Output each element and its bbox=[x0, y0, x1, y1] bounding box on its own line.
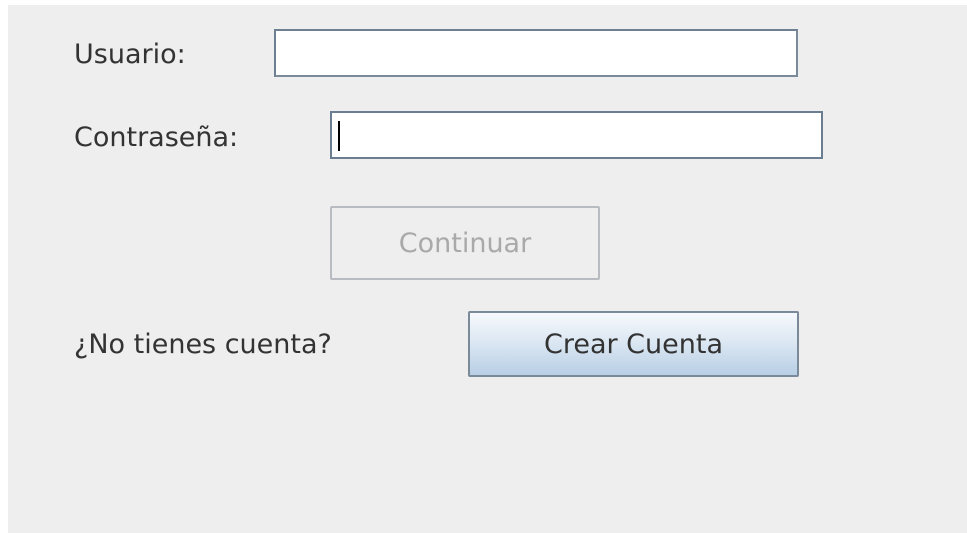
login-panel: Usuario: Contraseña: Continuar ¿No tiene… bbox=[8, 5, 967, 533]
username-label: Usuario: bbox=[74, 39, 186, 70]
password-input[interactable] bbox=[330, 111, 823, 159]
create-account-button[interactable]: Crear Cuenta bbox=[468, 311, 799, 377]
no-account-text: ¿No tienes cuenta? bbox=[74, 329, 332, 360]
continue-button[interactable]: Continuar bbox=[330, 206, 600, 280]
password-label: Contraseña: bbox=[74, 122, 239, 153]
text-caret bbox=[338, 121, 340, 151]
username-input[interactable] bbox=[274, 29, 798, 77]
